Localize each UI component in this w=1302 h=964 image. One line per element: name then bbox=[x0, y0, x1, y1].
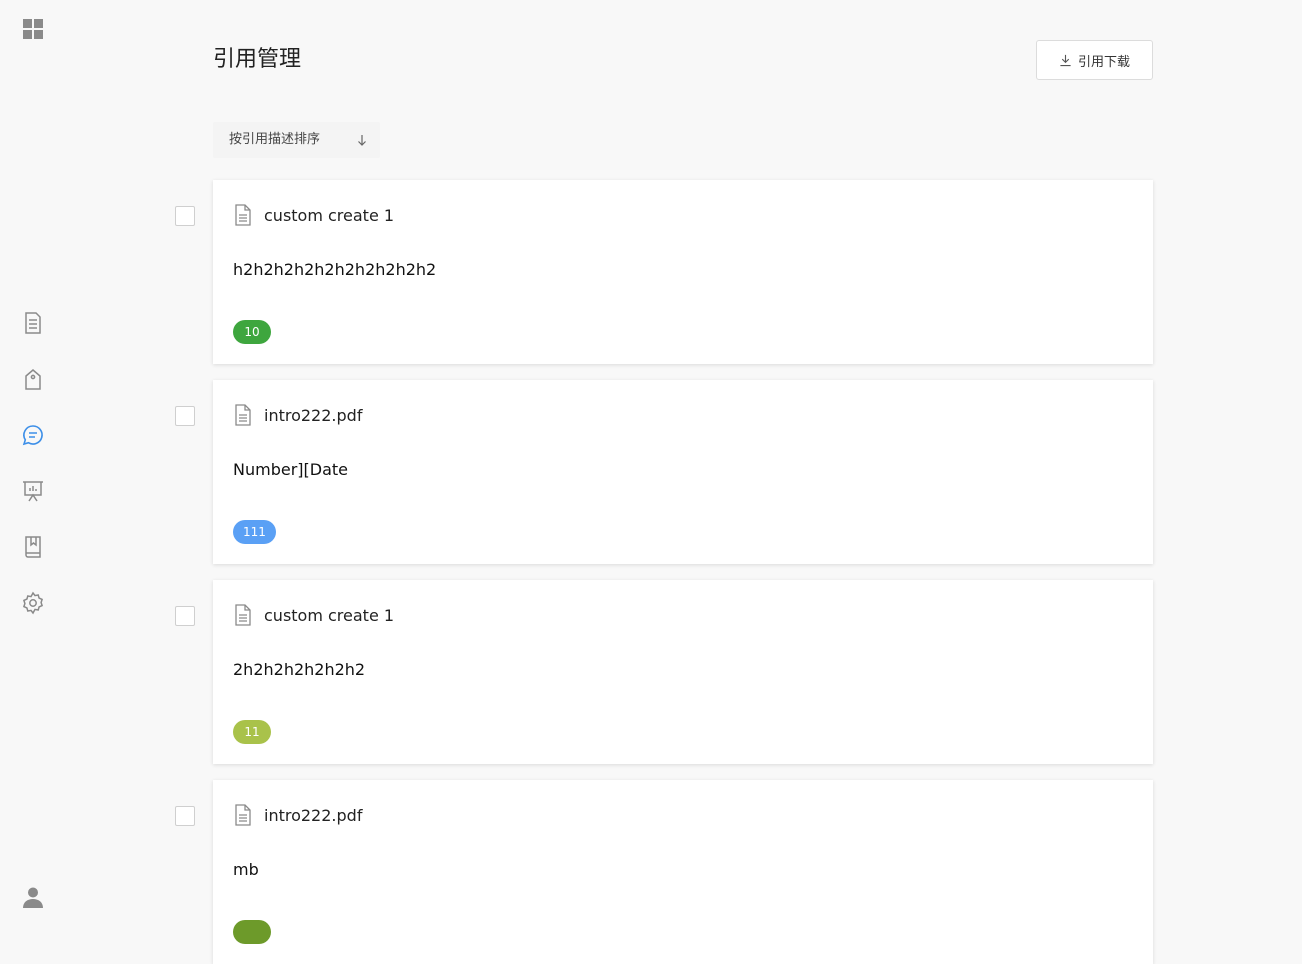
citation-header: intro222.pdf bbox=[233, 404, 362, 426]
sort-bar: 按引用描述排序 bbox=[213, 122, 381, 158]
citation-count-badge: 11 bbox=[233, 720, 271, 744]
citation-header: intro222.pdf bbox=[233, 804, 362, 826]
citation-checkbox[interactable] bbox=[175, 806, 195, 826]
citation-card[interactable]: intro222.pdf Number][Date 111 bbox=[213, 380, 1153, 564]
citation-checkbox[interactable] bbox=[175, 606, 195, 626]
download-icon bbox=[1060, 54, 1071, 66]
citation-source[interactable]: custom create 1 bbox=[264, 606, 394, 625]
citation-checkbox[interactable] bbox=[175, 206, 195, 226]
page-title: 引用管理 bbox=[213, 47, 302, 72]
sort-direction-button[interactable] bbox=[344, 122, 380, 158]
citation-count-badge: 111 bbox=[233, 520, 276, 544]
citation-row: intro222.pdf mb bbox=[0, 780, 1302, 964]
arrow-down-icon bbox=[358, 135, 366, 146]
citation-card[interactable]: intro222.pdf mb bbox=[213, 780, 1153, 964]
citation-count-badge: 10 bbox=[233, 320, 271, 344]
citation-text: Number][Date bbox=[233, 460, 348, 479]
citation-text: h2h2h2h2h2h2h2h2h2h2 bbox=[233, 260, 437, 279]
citation-card[interactable]: custom create 1 2h2h2h2h2h2h2 11 bbox=[213, 580, 1153, 764]
citation-row: intro222.pdf Number][Date 111 bbox=[0, 380, 1302, 564]
sort-by-description-button[interactable]: 按引用描述排序 bbox=[213, 122, 336, 158]
file-icon bbox=[235, 204, 251, 226]
citation-checkbox[interactable] bbox=[175, 406, 195, 426]
citation-row: custom create 1 2h2h2h2h2h2h2 11 bbox=[0, 580, 1302, 764]
grid-icon bbox=[23, 19, 43, 39]
download-citations-button[interactable]: 引用下载 bbox=[1036, 40, 1153, 80]
citation-row: custom create 1 h2h2h2h2h2h2h2h2h2h2 10 bbox=[0, 180, 1302, 364]
citation-source[interactable]: intro222.pdf bbox=[264, 806, 362, 825]
file-icon bbox=[235, 404, 251, 426]
file-icon bbox=[235, 604, 251, 626]
file-icon bbox=[235, 804, 251, 826]
citation-header: custom create 1 bbox=[233, 604, 394, 626]
citation-source[interactable]: custom create 1 bbox=[264, 206, 394, 225]
apps-grid-button[interactable] bbox=[18, 14, 48, 44]
citation-header: custom create 1 bbox=[233, 204, 394, 226]
citation-card[interactable]: custom create 1 h2h2h2h2h2h2h2h2h2h2 10 bbox=[213, 180, 1153, 364]
citation-text: mb bbox=[233, 860, 259, 879]
download-button-label: 引用下载 bbox=[1077, 54, 1130, 70]
citation-text: 2h2h2h2h2h2h2 bbox=[233, 660, 366, 679]
citation-source[interactable]: intro222.pdf bbox=[264, 406, 362, 425]
